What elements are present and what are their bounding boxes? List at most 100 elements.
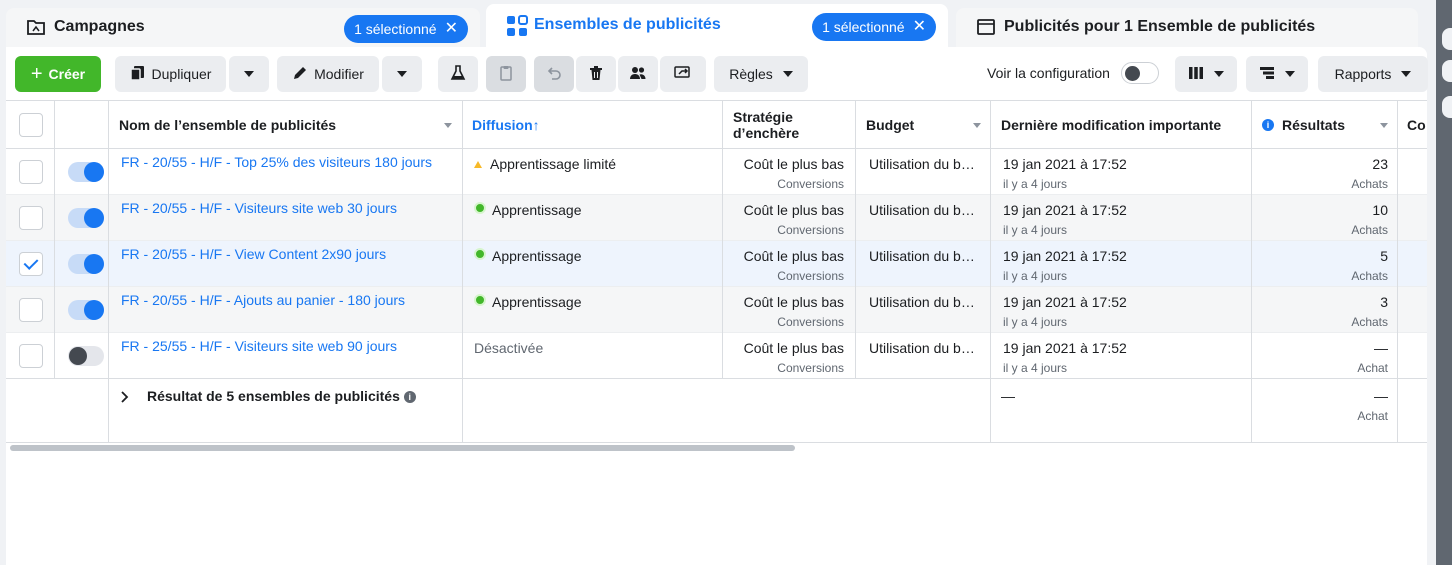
toggle-knob xyxy=(69,347,87,365)
last-modified-date: 19 jan 2021 à 17:52 xyxy=(1003,202,1127,218)
adset-name-link[interactable]: FR - 20/55 - H/F - Ajouts au panier - 18… xyxy=(121,292,405,308)
adset-name-link[interactable]: FR - 20/55 - H/F - Visiteurs site web 30… xyxy=(121,200,397,216)
expand-chevron-icon[interactable] xyxy=(120,390,130,408)
chevron-down-icon xyxy=(782,71,793,77)
column-header-last-modified[interactable]: Dernière modification importante xyxy=(1001,117,1221,133)
tab-bar: Campagnes 1 sélectionné ✕ Ensembles de pu… xyxy=(0,0,1430,52)
info-icon[interactable]: i xyxy=(1262,119,1274,131)
sort-caret-icon[interactable] xyxy=(1380,123,1388,128)
bid-header-line1: Stratégie xyxy=(733,109,793,125)
duplicate-button[interactable]: Dupliquer xyxy=(115,56,226,92)
bid-strategy: Coût le plus bas xyxy=(743,156,844,172)
summary-row: Résultat de 5 ensembles de publicités i xyxy=(147,388,416,404)
delivery-status-label: Désactivée xyxy=(474,340,544,356)
chevron-down-icon xyxy=(1401,71,1412,77)
side-strip xyxy=(1436,0,1452,565)
delivery-status: Apprentissage limité xyxy=(474,156,616,172)
chevron-down-icon xyxy=(1214,71,1224,77)
grid-icon xyxy=(506,15,528,36)
delivery-status-label: Apprentissage xyxy=(492,294,582,310)
column-header-name[interactable]: Nom de l’ensemble de publicités xyxy=(119,117,336,133)
column-header-bid-strategy[interactable]: Stratégie d’enchère xyxy=(733,109,799,141)
column-header-delivery[interactable]: Diffusion↑ xyxy=(472,117,540,133)
column-header-cost[interactable]: Co xyxy=(1407,117,1426,133)
last-modified-ago: il y a 4 jours xyxy=(1003,269,1068,283)
chevron-down-icon xyxy=(244,71,254,77)
delivery-toggle[interactable] xyxy=(68,208,104,228)
last-modified-date: 19 jan 2021 à 17:52 xyxy=(1003,340,1127,356)
budget-value: Utilisation du b… xyxy=(869,340,975,356)
duplicate-dropdown[interactable] xyxy=(229,56,269,92)
configuration-toggle[interactable] xyxy=(1121,62,1159,84)
last-modified-ago: il y a 4 jours xyxy=(1003,361,1068,375)
row-checkbox[interactable] xyxy=(19,252,43,276)
toolbar: + Créer Dupliquer Modifier Règles Voir l… xyxy=(14,55,1428,93)
folder-icon xyxy=(26,17,46,37)
row-checkbox[interactable] xyxy=(19,160,43,184)
edit-dropdown[interactable] xyxy=(382,56,422,92)
budget-value: Utilisation du b… xyxy=(869,156,975,172)
chevron-down-icon xyxy=(1285,71,1295,77)
view-configuration-label: Voir la configuration xyxy=(987,65,1110,81)
delivery-toggle[interactable] xyxy=(68,346,104,366)
sort-caret-icon[interactable] xyxy=(973,123,981,128)
close-icon[interactable]: ✕ xyxy=(445,21,458,37)
reports-button[interactable]: Rapports xyxy=(1318,56,1428,92)
undo-button[interactable] xyxy=(534,56,574,92)
last-modified-ago: il y a 4 jours xyxy=(1003,177,1068,191)
adset-name-link[interactable]: FR - 20/55 - H/F - View Content 2x90 jou… xyxy=(121,246,386,262)
ab-test-button[interactable] xyxy=(438,56,478,92)
delivery-header-label: Diffusion xyxy=(472,117,533,133)
delivery-status: Apprentissage xyxy=(474,294,582,310)
delivery-status: Apprentissage xyxy=(474,248,582,264)
export-button[interactable] xyxy=(660,56,706,92)
horizontal-scrollbar[interactable] xyxy=(10,445,795,451)
selection-pill[interactable]: 1 sélectionné ✕ xyxy=(812,13,936,41)
results-unit: Achats xyxy=(1351,269,1388,283)
edit-label: Modifier xyxy=(314,66,364,82)
delivery-toggle[interactable] xyxy=(68,300,104,320)
toggle-knob xyxy=(84,300,104,320)
audience-button[interactable] xyxy=(618,56,658,92)
delivery-status-label: Apprentissage xyxy=(492,202,582,218)
results-unit: Achats xyxy=(1351,177,1388,191)
trash-icon xyxy=(588,65,604,84)
row-checkbox[interactable] xyxy=(19,206,43,230)
plus-icon: + xyxy=(30,63,43,85)
last-modified-date: 19 jan 2021 à 17:52 xyxy=(1003,248,1127,264)
toggle-knob xyxy=(84,254,104,274)
delivery-toggle[interactable] xyxy=(68,162,104,182)
delete-button[interactable] xyxy=(576,56,616,92)
column-header-budget[interactable]: Budget xyxy=(866,117,914,133)
tab-title: Publicités pour 1 Ensemble de publicités xyxy=(1004,18,1316,35)
info-icon[interactable]: i xyxy=(403,391,416,403)
tab-ads[interactable]: Publicités pour 1 Ensemble de publicités xyxy=(956,8,1418,52)
tab-campaigns[interactable]: Campagnes 1 sélectionné ✕ xyxy=(6,8,480,52)
row-checkbox[interactable] xyxy=(19,298,43,322)
row-checkbox[interactable] xyxy=(19,344,43,368)
rules-button[interactable]: Règles xyxy=(714,56,808,92)
edit-button[interactable]: Modifier xyxy=(277,56,379,92)
create-button[interactable]: + Créer xyxy=(15,56,101,92)
arrow-up-icon: ↑ xyxy=(532,117,540,133)
pill-label: 1 sélectionné xyxy=(354,21,437,37)
status-dot-icon xyxy=(474,294,486,306)
close-icon[interactable]: ✕ xyxy=(913,19,926,35)
delivery-toggle[interactable] xyxy=(68,254,104,274)
column-header-results[interactable]: Résultats xyxy=(1282,117,1345,133)
breakdown-button[interactable] xyxy=(1246,56,1308,92)
rules-label: Règles xyxy=(729,66,773,82)
columns-button[interactable] xyxy=(1175,56,1237,92)
adset-name-link[interactable]: FR - 20/55 - H/F - Top 25% des visiteurs… xyxy=(121,154,432,170)
selection-pill[interactable]: 1 sélectionné ✕ xyxy=(344,15,468,43)
adset-name-link[interactable]: FR - 25/55 - H/F - Visiteurs site web 90… xyxy=(121,338,397,354)
tab-adsets[interactable]: Ensembles de publicités 1 sélectionné ✕ xyxy=(486,4,948,52)
summary-modified: — xyxy=(1001,388,1015,404)
sort-caret-icon[interactable] xyxy=(444,123,452,128)
budget-value: Utilisation du b… xyxy=(869,294,975,310)
select-all-checkbox[interactable] xyxy=(19,113,43,137)
paste-button[interactable] xyxy=(486,56,526,92)
summary-label: Résultat de 5 ensembles de publicités xyxy=(147,388,400,404)
results-value: 23 xyxy=(1372,156,1388,172)
warning-icon xyxy=(474,161,482,168)
